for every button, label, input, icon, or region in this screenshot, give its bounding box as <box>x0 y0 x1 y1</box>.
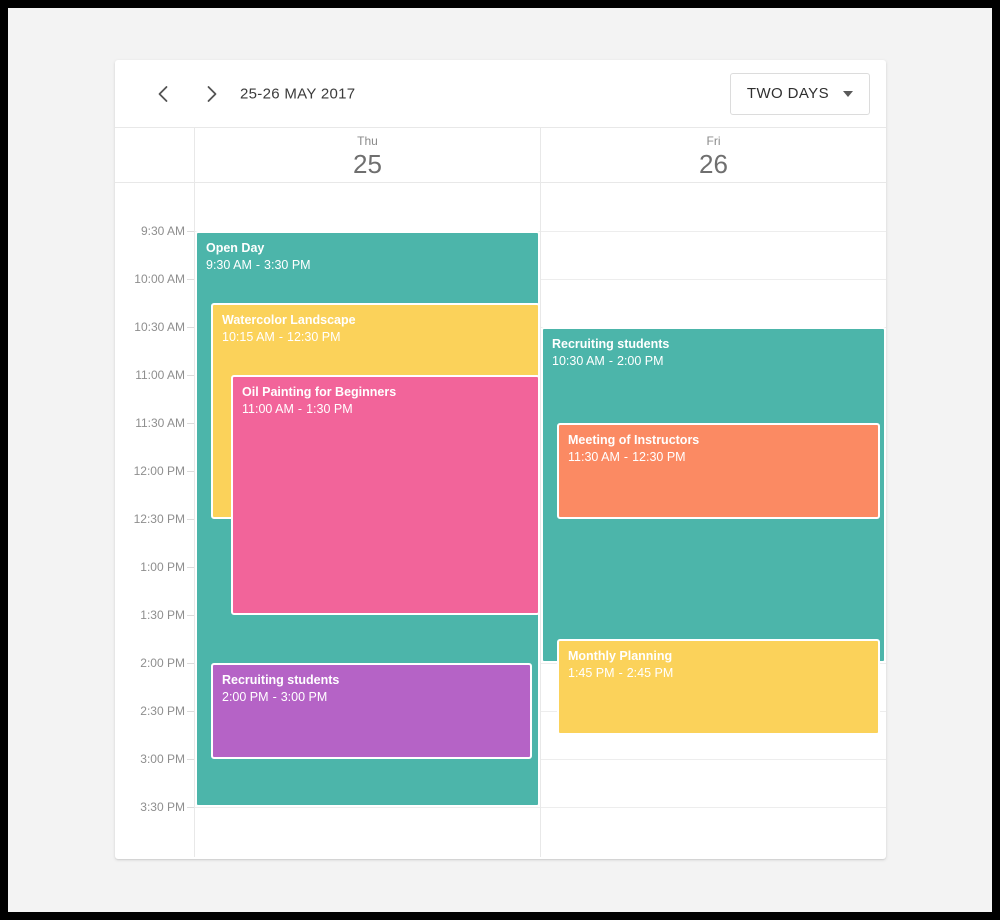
time-label: 12:00 PM <box>133 464 185 478</box>
calendar-event-monthly-planning[interactable]: Monthly Planning 1:45 PM -2:45 PM <box>557 639 880 735</box>
event-time-range: 11:00 AM -1:30 PM <box>242 401 529 418</box>
event-time-range: 11:30 AM -12:30 PM <box>568 449 869 466</box>
event-time-range: 10:15 AM -12:30 PM <box>222 329 529 346</box>
time-tick <box>187 711 194 712</box>
event-title: Oil Painting for Beginners <box>242 385 397 399</box>
calendar-event-recruiting-students-thu[interactable]: Recruiting students 2:00 PM -3:00 PM <box>211 663 532 759</box>
event-end-time: 12:30 PM <box>287 330 341 344</box>
time-label: 3:00 PM <box>140 752 185 766</box>
event-start-time: 9:30 AM <box>206 258 252 272</box>
time-gutter-header <box>115 128 195 182</box>
event-end-time: 3:30 PM <box>264 258 311 272</box>
time-tick <box>187 471 194 472</box>
day-header-row: Thu 25 Fri 26 <box>115 128 886 183</box>
chevron-left-icon <box>157 85 169 103</box>
day-header-fri[interactable]: Fri 26 <box>540 128 886 182</box>
day-number: 26 <box>699 149 728 179</box>
next-period-button[interactable] <box>195 77 229 111</box>
event-time-range: 2:00 PM -3:00 PM <box>222 689 521 706</box>
event-end-time: 12:30 PM <box>632 450 686 464</box>
time-label: 2:30 PM <box>140 704 185 718</box>
event-time-separator: - <box>255 258 261 272</box>
calendar-grid: 9:30 AM 10:00 AM 10:30 AM 11:00 AM 11:30 AM 1… <box>115 183 886 857</box>
event-time-separator: - <box>278 330 283 344</box>
time-tick <box>187 615 194 616</box>
time-tick <box>187 519 194 520</box>
event-start-time: 11:30 AM <box>568 450 620 464</box>
event-end-time: 2:00 PM <box>617 354 664 368</box>
event-time-range: 1:45 PM -2:45 PM <box>568 665 869 682</box>
day-column-fri[interactable]: Recruiting students 10:30 AM -2:00 PM Meeti… <box>540 183 886 857</box>
day-name: Fri <box>706 134 721 148</box>
event-title: Meeting of Instructors <box>568 433 700 447</box>
time-label: 2:00 PM <box>140 656 185 670</box>
time-tick <box>187 663 194 664</box>
previous-period-button[interactable] <box>146 77 180 111</box>
time-label: 10:00 AM <box>134 272 185 286</box>
grid-line <box>195 807 540 808</box>
time-tick <box>187 327 194 328</box>
time-gutter: 9:30 AM 10:00 AM 10:30 AM 11:00 AM 11:30 AM 1… <box>115 183 195 857</box>
grid-line <box>541 231 886 232</box>
event-start-time: 11:00 AM <box>242 402 294 416</box>
time-label: 3:30 PM <box>140 800 185 814</box>
grid-line <box>541 759 886 760</box>
event-time-separator: - <box>608 354 613 368</box>
time-label: 9:30 AM <box>140 224 185 238</box>
calendar-card: 25-26 MAY 2017 TWO DAYS Thu 25 Fri 26 9:… <box>115 60 886 859</box>
event-time-range: 9:30 AM -3:30 PM <box>206 257 529 274</box>
date-range-title: 25-26 MAY 2017 <box>240 85 356 102</box>
time-tick <box>187 279 194 280</box>
day-header-thu[interactable]: Thu 25 <box>195 128 540 182</box>
time-label: 11:00 AM <box>135 368 185 382</box>
view-mode-dropdown[interactable]: TWO DAYS <box>729 72 870 115</box>
event-title: Open Day <box>206 241 265 255</box>
time-tick <box>187 231 194 232</box>
time-label: 1:00 PM <box>140 560 185 574</box>
view-mode-label: TWO DAYS <box>746 85 829 102</box>
event-end-time: 1:30 PM <box>306 402 353 416</box>
grid-line <box>541 807 886 808</box>
time-tick <box>187 567 194 568</box>
time-label: 10:30 AM <box>134 320 185 334</box>
event-time-separator: - <box>623 450 629 464</box>
event-title: Recruiting students <box>552 337 670 351</box>
time-tick <box>187 375 194 376</box>
event-start-time: 1:45 PM <box>568 666 615 680</box>
time-label: 1:30 PM <box>140 608 185 622</box>
caret-down-icon <box>843 90 853 97</box>
day-column-thu[interactable]: Open Day 9:30 AM -3:30 PM Watercolor Landsc… <box>195 183 540 857</box>
event-end-time: 2:45 PM <box>626 666 674 680</box>
time-label: 11:30 AM <box>135 416 185 430</box>
event-start-time: 10:15 AM <box>222 330 275 344</box>
event-end-time: 3:00 PM <box>280 690 328 704</box>
time-tick <box>187 759 194 760</box>
calendar-toolbar: 25-26 MAY 2017 TWO DAYS <box>115 60 886 128</box>
event-start-time: 10:30 AM <box>552 354 605 368</box>
event-time-separator: - <box>272 690 277 704</box>
time-tick <box>187 423 194 424</box>
event-start-time: 2:00 PM <box>222 690 269 704</box>
time-tick <box>187 807 194 808</box>
calendar-event-oil-painting-for-beginners[interactable]: Oil Painting for Beginners 11:00 AM -1:30 … <box>231 375 540 615</box>
event-title: Watercolor Landscape <box>222 313 356 327</box>
event-time-separator: - <box>618 666 623 680</box>
event-title: Monthly Planning <box>568 649 673 663</box>
event-title: Recruiting students <box>222 673 340 687</box>
event-time-range: 10:30 AM -2:00 PM <box>552 353 875 370</box>
day-name: Thu <box>357 134 378 148</box>
day-number: 25 <box>353 149 382 179</box>
time-label: 12:30 PM <box>133 512 185 526</box>
calendar-event-meeting-of-instructors[interactable]: Meeting of Instructors 11:30 AM -12:30 PM <box>557 423 880 519</box>
chevron-right-icon <box>206 85 218 103</box>
grid-line <box>541 279 886 280</box>
event-time-separator: - <box>297 402 303 416</box>
page-background: 25-26 MAY 2017 TWO DAYS Thu 25 Fri 26 9:… <box>8 8 992 912</box>
